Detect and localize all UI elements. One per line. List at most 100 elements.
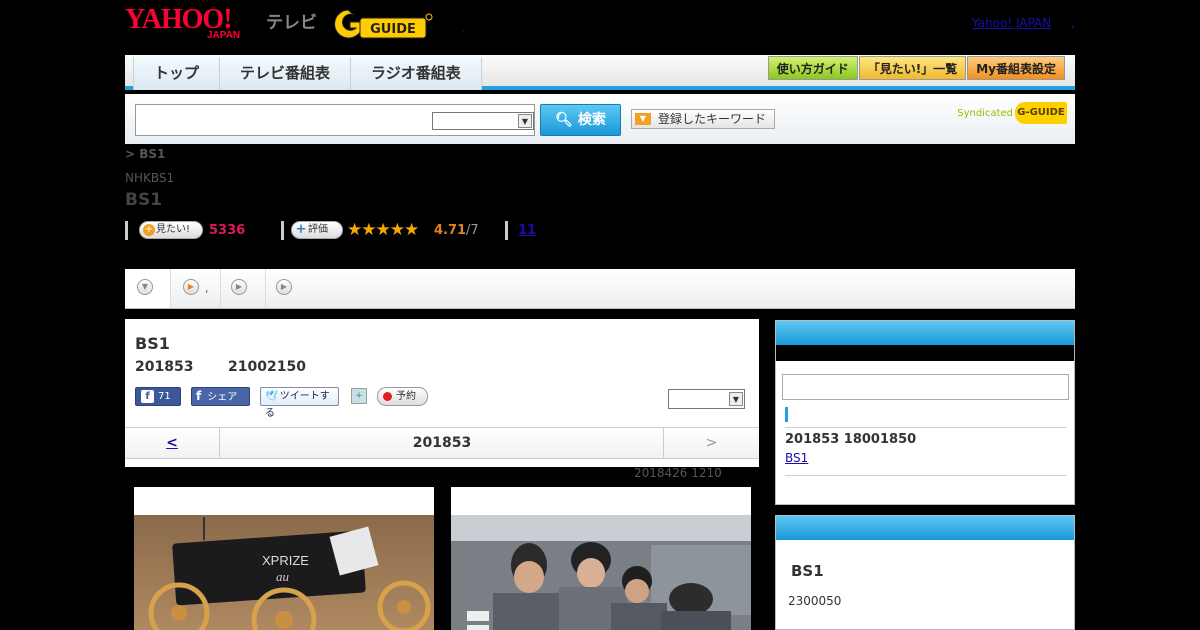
channel-info-box: BS1 2300050 xyxy=(775,515,1075,630)
sidebar-subheader xyxy=(776,345,1074,361)
divider xyxy=(505,221,508,240)
review-count-link[interactable]: 11 xyxy=(518,223,536,238)
subtab-related[interactable]: ▶ xyxy=(266,269,296,308)
program-time: 21002150 xyxy=(228,359,306,375)
tweet-button[interactable]: 🕊︎ ツイートする xyxy=(260,387,339,419)
search-button[interactable]: 🔍︎ 検索 xyxy=(540,104,621,136)
program-subtabs: ▼ ▶ , ▶ ▶ xyxy=(125,269,1075,309)
rate-button[interactable]: + 評価 xyxy=(291,221,343,239)
section-marker xyxy=(785,407,788,422)
saved-keywords-button[interactable]: ▼ 登録したキーワード xyxy=(631,109,775,129)
chevron-down-icon: ▼ xyxy=(137,279,153,295)
lunar-rover-illustration: XPRIZE au xyxy=(134,515,434,630)
updated-timestamp: 2018426 1210 xyxy=(634,466,722,480)
play-icon: ▶ xyxy=(231,279,247,295)
nav-tab-top[interactable]: トップ xyxy=(133,57,221,90)
yahoo-japan-link[interactable]: Yahoo! JAPAN xyxy=(972,16,1051,30)
syndicated-label: Syndicated xyxy=(957,108,1013,119)
my-listings-settings-button[interactable]: My番組表設定 xyxy=(967,56,1065,80)
facebook-share-button[interactable]: f シェア xyxy=(191,387,250,406)
nav-buttons: 使い方ガイド 「見たい!」一覧 My番組表設定 xyxy=(767,56,1065,80)
play-icon: ▶ xyxy=(183,279,199,295)
facebook-like-count: 71 xyxy=(158,391,171,402)
record-button[interactable]: 予約 xyxy=(377,387,428,406)
channel-info-title: BS1 xyxy=(791,562,824,580)
next-date-link[interactable]: > xyxy=(663,428,759,458)
record-icon xyxy=(383,392,392,401)
header-separator: , xyxy=(1071,16,1075,30)
syndicated-gguide-badge: Syndicated G-GUIDE xyxy=(957,102,1067,124)
want-to-watch-label: 見たい! xyxy=(156,224,191,235)
rating-max: /7 xyxy=(466,223,479,238)
plus-icon: + xyxy=(143,224,155,236)
facebook-icon: f xyxy=(196,389,202,403)
rate-label: 評価 xyxy=(308,224,328,235)
lunar-rover-image: XPRIZE au xyxy=(134,515,434,630)
play-icon: ▶ xyxy=(276,279,292,295)
search-genre-select[interactable]: ▼ xyxy=(432,112,534,130)
svg-text:au: au xyxy=(276,569,290,584)
want-to-watch-button[interactable]: + 見たい! xyxy=(139,221,203,239)
breadcrumb: > BS1 xyxy=(125,147,166,161)
next-broadcast-time: 201853 18001850 xyxy=(785,432,917,447)
gguide-logo[interactable]: GUIDE xyxy=(334,6,434,42)
saved-keywords-label: 登録したキーワード xyxy=(658,112,767,126)
rating-value: 4.71 xyxy=(434,223,467,238)
divider xyxy=(125,221,128,240)
add-calendar-icon[interactable]: + xyxy=(351,388,367,404)
chevron-down-icon: ▼ xyxy=(729,392,743,406)
sidebar-header xyxy=(776,321,1074,345)
subtab-reviews[interactable]: ▶ xyxy=(221,269,266,308)
divider xyxy=(785,427,1066,428)
search-button-label: 検索 xyxy=(577,112,606,128)
svg-text:XPRIZE: XPRIZE xyxy=(262,553,309,568)
program-photo[interactable]: XPRIZE au xyxy=(134,487,434,630)
program-title: BS1 xyxy=(135,334,170,353)
program-stats: + 見たい! 5336 + 評価 ★★★★★ 4.71 /7 11 xyxy=(125,220,625,242)
want-count: 5336 xyxy=(209,223,246,238)
usage-guide-button[interactable]: 使い方ガイド xyxy=(767,56,858,80)
search-bar: ▼ 🔍︎ 検索 ▼ 登録したキーワード Syndicated G-GUIDE xyxy=(125,94,1075,144)
yahoo-japan-logo[interactable]: YAHOO! JAPAN xyxy=(125,6,261,42)
program-photo[interactable] xyxy=(451,487,751,630)
channel-subtitle: NHKBS1 xyxy=(125,171,175,185)
team-workshop-illustration xyxy=(451,515,751,630)
want-list-button[interactable]: 「見たい!」一覧 xyxy=(858,56,967,80)
page-title: BS1 xyxy=(125,190,163,210)
facebook-share-label: シェア xyxy=(207,392,238,403)
chevron-down-icon: ▼ xyxy=(518,114,532,128)
gguide-logo-graphic: GUIDE xyxy=(334,9,433,39)
plus-icon: + xyxy=(295,222,307,237)
svg-text:GUIDE: GUIDE xyxy=(370,22,416,37)
header-separator: , xyxy=(462,24,466,35)
global-nav: トップ テレビ番組表 ラジオ番組表 使い方ガイド 「見たい!」一覧 My番組表設… xyxy=(125,55,1075,90)
team-workshop-image xyxy=(451,515,751,630)
program-date: 201853 xyxy=(135,359,194,375)
search-icon: 🔍︎ xyxy=(555,112,573,128)
next-broadcast-link[interactable]: BS1 xyxy=(785,451,808,465)
divider xyxy=(785,475,1066,476)
nav-tabs: トップ テレビ番組表 ラジオ番組表 xyxy=(133,57,482,90)
sidebar-header xyxy=(776,516,1074,540)
nav-tab-radio-listings[interactable]: ラジオ番組表 xyxy=(350,57,482,90)
tv-logo-label: テレビ xyxy=(266,13,317,33)
date-navigator: < 201853 > xyxy=(125,427,759,459)
record-label: 予約 xyxy=(396,391,416,402)
subtab-overview[interactable]: ▼ xyxy=(125,269,171,308)
prev-date-link[interactable]: < xyxy=(125,428,220,458)
twitter-icon: 🕊︎ xyxy=(265,391,278,402)
subtab-details[interactable]: ▶ , xyxy=(171,269,221,308)
yahoo-logo-sub: JAPAN xyxy=(207,30,241,41)
program-select[interactable]: ▼ xyxy=(668,389,745,409)
channel-info-value: 2300050 xyxy=(788,594,842,608)
sidebar-search-field[interactable] xyxy=(782,374,1069,400)
nav-tab-tv-listings[interactable]: テレビ番組表 xyxy=(219,57,352,90)
facebook-icon: f xyxy=(141,390,154,403)
facebook-like-button[interactable]: f 71 xyxy=(135,387,181,406)
chevron-down-icon: ▼ xyxy=(635,113,651,125)
syndicated-gguide-logo: G-GUIDE xyxy=(1015,102,1067,124)
subtab-details-label: , xyxy=(205,282,209,295)
rating-stars: ★★★★★ xyxy=(347,220,419,240)
next-broadcast-box: 201853 18001850 BS1 xyxy=(775,320,1075,505)
current-date: 201853 xyxy=(412,435,472,451)
